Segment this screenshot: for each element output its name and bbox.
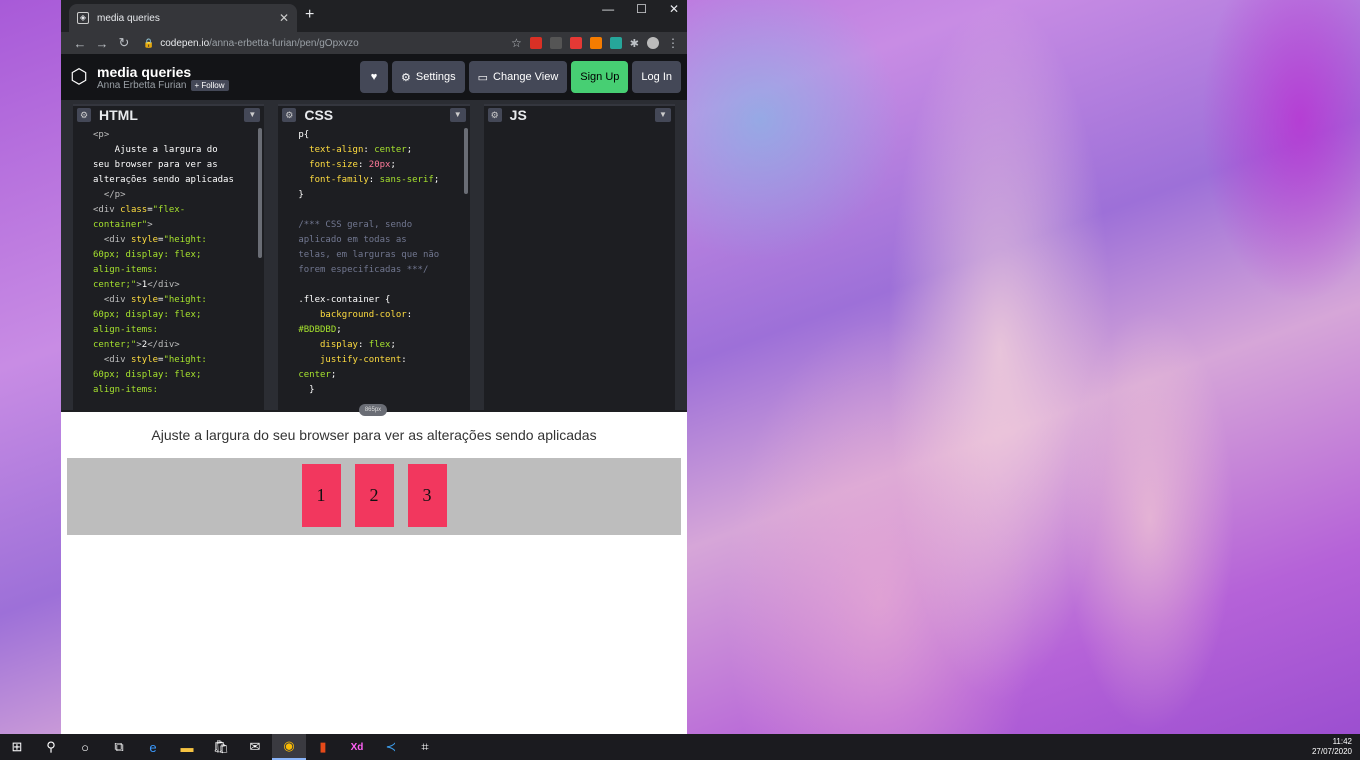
gear-icon[interactable]: ⚙	[77, 108, 91, 122]
preview-paragraph: Ajuste a largura do seu browser para ver…	[151, 427, 597, 443]
heart-button[interactable]: ♥	[360, 61, 388, 93]
extensions-area: ☆ ✱ ⋮	[511, 36, 679, 50]
screenshot-tool-icon[interactable]: ⌗	[408, 734, 442, 760]
login-button[interactable]: Log In	[632, 61, 681, 93]
close-window-icon[interactable]: ✕	[669, 2, 679, 16]
tab-bar: ◈ media queries ✕ + — ☐ ✕	[61, 0, 687, 32]
windows-taskbar: ⊞ ⚲ ○ ⧉ e ▬ 🛍 ✉ ◉ ▮ Xd ≺ ⌗ 11:42 27/07/2…	[0, 734, 1360, 760]
css-editor: ⚙ CSS ▼ p{ text-align: center; font-size…	[278, 104, 470, 410]
author-name[interactable]: Anna Erbetta Furian	[97, 80, 187, 91]
flex-item-1: 1	[301, 464, 341, 527]
tab-title: media queries	[97, 12, 160, 24]
new-tab-icon[interactable]: +	[305, 6, 314, 24]
pen-author: Anna Erbetta Furian + Follow	[97, 79, 229, 91]
pen-title[interactable]: media queries	[97, 64, 229, 80]
browser-window: ◈ media queries ✕ + — ☐ ✕ ← → ↻ 🔒 codepen…	[61, 0, 687, 734]
flex-item-3: 3	[407, 464, 447, 527]
html-code[interactable]: <p> Ajuste a largura do seu browser para…	[73, 124, 264, 410]
clock-date: 27/07/2020	[1311, 747, 1352, 756]
close-tab-icon[interactable]: ✕	[279, 11, 289, 25]
chevron-down-icon[interactable]: ▼	[654, 108, 671, 122]
codepen-favicon-icon: ◈	[77, 12, 89, 24]
extension-icon[interactable]	[609, 37, 622, 49]
reload-icon[interactable]: ↻	[113, 35, 135, 51]
clock-time: 11:42	[1332, 737, 1352, 746]
forward-icon[interactable]: →	[91, 36, 113, 51]
html-editor: ⚙ HTML ▼ <p> Ajuste a largura do seu bro…	[73, 104, 265, 410]
editor-panels: ⚙ HTML ▼ <p> Ajuste a largura do seu bro…	[61, 100, 687, 416]
address-bar: ← → ↻ 🔒 codepen.io/anna-erbetta-furian/pe…	[61, 32, 687, 54]
minimize-icon[interactable]: —	[602, 2, 614, 16]
gear-icon[interactable]: ⚙	[282, 108, 297, 122]
resize-handle[interactable]: 865px	[359, 404, 387, 416]
file-explorer-icon[interactable]: ▬	[170, 734, 204, 760]
follow-button[interactable]: + Follow	[190, 79, 229, 91]
store-icon[interactable]: 🛍	[204, 734, 238, 760]
heart-icon: ♥	[370, 71, 378, 83]
search-icon[interactable]: ⚲	[34, 734, 68, 760]
vscode-icon[interactable]: ≺	[374, 734, 408, 760]
mail-icon[interactable]: ✉	[238, 734, 272, 760]
adobe-xd-icon[interactable]: Xd	[340, 734, 374, 760]
preview-pane: Ajuste a largura do seu browser para ver…	[61, 412, 687, 734]
js-code[interactable]	[484, 124, 675, 410]
windows-start-icon[interactable]: ⊞	[0, 734, 34, 760]
system-clock[interactable]: 11:42 27/07/2020	[1312, 737, 1360, 757]
js-editor: ⚙ JS ▼	[483, 104, 675, 410]
html-editor-header: ⚙ HTML ▼	[73, 104, 265, 124]
signup-button[interactable]: Sign Up	[571, 61, 629, 93]
bookmark-star-icon[interactable]: ☆	[511, 36, 522, 50]
cortana-icon[interactable]: ○	[68, 734, 102, 760]
maximize-icon[interactable]: ☐	[636, 2, 647, 16]
layout-icon: ▭	[477, 71, 489, 84]
task-view-icon[interactable]: ⧉	[102, 734, 136, 760]
browser-tab[interactable]: ◈ media queries ✕	[69, 4, 297, 32]
css-scrollbar[interactable]	[463, 128, 468, 194]
js-editor-header: ⚙ JS ▼	[483, 104, 675, 124]
header-actions: ♥ ⚙ Settings ▭ Change View Sign Up Log In	[360, 61, 681, 93]
adblock-icon[interactable]	[569, 37, 582, 49]
chevron-down-icon[interactable]: ▼	[244, 108, 261, 122]
edge-icon[interactable]: e	[136, 734, 170, 760]
avatar[interactable]	[647, 37, 659, 49]
html-scrollbar[interactable]	[258, 128, 263, 258]
lock-icon: 🔒	[143, 37, 155, 48]
chrome-icon[interactable]: ◉	[272, 734, 306, 760]
back-icon[interactable]: ←	[69, 36, 91, 51]
gear-icon[interactable]: ⚙	[487, 108, 502, 122]
flex-container: 1 2 3	[67, 458, 681, 535]
css-editor-header: ⚙ CSS ▼	[278, 104, 470, 124]
url-field[interactable]: 🔒 codepen.io/anna-erbetta-furian/pen/gOpx…	[143, 38, 359, 49]
menu-icon[interactable]: ⋮	[667, 36, 679, 50]
codepen-header: ⬡ media queries Anna Erbetta Furian + Fo…	[61, 54, 687, 100]
puzzle-icon[interactable]: ✱	[630, 37, 639, 50]
flex-item-2: 2	[354, 464, 394, 527]
extension-icon[interactable]	[549, 37, 562, 49]
window-controls: — ☐ ✕	[602, 2, 679, 16]
settings-button[interactable]: ⚙ Settings	[392, 61, 465, 93]
change-view-button[interactable]: ▭ Change View	[468, 61, 568, 93]
pen-title-block: media queries Anna Erbetta Furian + Foll…	[97, 64, 229, 91]
gear-icon: ⚙	[401, 71, 411, 84]
office-icon[interactable]: ▮	[306, 734, 340, 760]
extension-icon[interactable]	[589, 37, 602, 49]
css-code[interactable]: p{ text-align: center; font-size: 20px; …	[278, 124, 469, 410]
extension-icon[interactable]	[529, 37, 542, 49]
codepen-logo-icon[interactable]: ⬡	[67, 65, 91, 89]
chevron-down-icon[interactable]: ▼	[449, 108, 466, 122]
